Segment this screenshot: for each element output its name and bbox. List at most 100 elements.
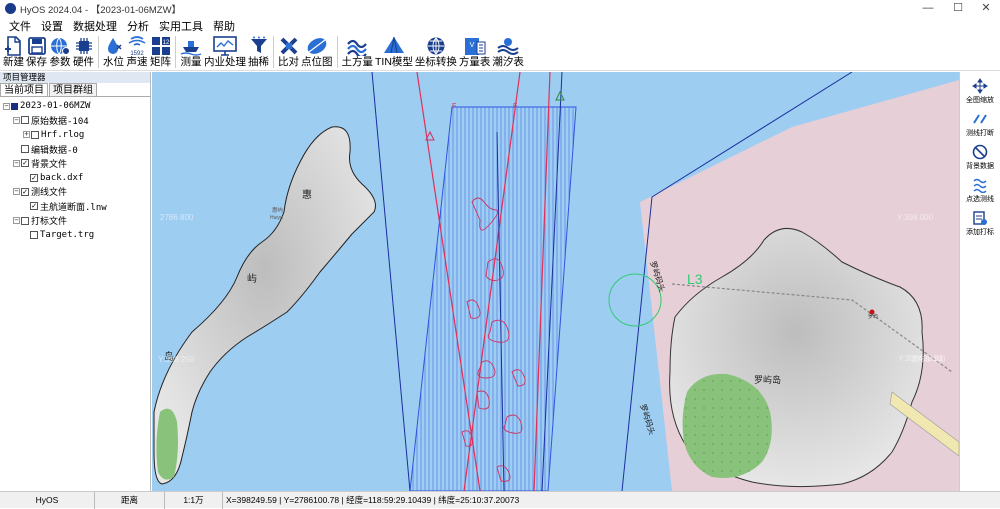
checkbox[interactable] <box>21 216 29 225</box>
survey-boat-icon <box>180 40 202 56</box>
collapse-icon[interactable]: − <box>13 188 20 196</box>
line-label-f: F <box>452 103 456 110</box>
compare-button[interactable]: 比对 <box>278 34 299 69</box>
island-label: 惠 <box>302 188 312 201</box>
expand-icon[interactable]: + <box>23 131 30 139</box>
checkbox-checked[interactable]: ✓ <box>30 202 38 211</box>
checkbox[interactable] <box>21 145 29 154</box>
line-label-f: F <box>513 103 517 110</box>
island-label-right: 罗屿岛 <box>754 374 781 385</box>
collapse-icon[interactable]: − <box>13 159 20 167</box>
tree-item-label: 背景文件 <box>31 159 68 170</box>
save-button[interactable]: 保存 <box>26 34 47 69</box>
compare-label: 比对 <box>278 56 299 68</box>
tree-item-raw[interactable]: − 原始数据-104 <box>0 113 150 127</box>
satellite-icon <box>280 37 297 54</box>
tree-root-label: 2023-01-06MZW <box>20 101 91 112</box>
menu-file[interactable]: 文件 <box>4 18 36 34</box>
matrix-sub: 12 <box>162 40 169 46</box>
tree-item-survey-lines[interactable]: − ✓ 测线文件 <box>0 185 150 199</box>
right-toolbar: 全图缩放 测线打断 背景数据 点选测线 添加打标 <box>959 72 1000 491</box>
earthwork-button[interactable]: 土方量 <box>342 34 373 69</box>
collapse-icon[interactable]: − <box>13 217 20 225</box>
tide-table-button[interactable]: 潮汐表 <box>492 34 524 69</box>
thin-button[interactable]: 抽稀 <box>248 34 269 69</box>
new-button[interactable]: 新建 <box>3 34 24 69</box>
leaf-map-icon <box>307 37 327 54</box>
add-target-button[interactable]: 添加打标 <box>960 210 1000 237</box>
project-icon <box>11 102 18 110</box>
menu-data-processing[interactable]: 数据处理 <box>68 18 122 34</box>
sound-speed-button[interactable]: 1592 声速 <box>126 34 148 69</box>
tab-current-project[interactable]: 当前项目 <box>0 83 48 96</box>
checkbox-checked[interactable]: ✓ <box>21 159 29 168</box>
project-tree: − 2023-01-06MZW − 原始数据-104 + Hrf.rlog 编辑… <box>0 97 150 242</box>
tree-item-target-file[interactable]: Target.trg <box>0 228 150 242</box>
volume-table-button[interactable]: V 方量表 <box>459 34 490 69</box>
tree-item-targets[interactable]: − 打标文件 <box>0 213 150 227</box>
menu-utilities[interactable]: 实用工具 <box>154 18 208 34</box>
matrix-grid-icon: 12 <box>151 36 170 55</box>
waterlevel-button[interactable]: 水位 <box>103 34 124 69</box>
chip-icon <box>75 37 92 54</box>
toolbar-separator <box>336 36 338 68</box>
maximize-button[interactable]: ☐ <box>944 0 972 17</box>
tree-item-edited[interactable]: 编辑数据-0 <box>0 142 150 156</box>
tree-item-label: 主航道断面.lnw <box>40 202 107 213</box>
sound-speed-label: 声速 <box>126 56 148 68</box>
params-button[interactable]: 参数 <box>49 34 71 69</box>
select-line-label: 点选测线 <box>966 196 994 203</box>
tree-item-raw-file[interactable]: + Hrf.rlog <box>0 128 150 142</box>
tide-table-label: 潮汐表 <box>492 56 524 68</box>
tree-item-background-file[interactable]: ✓ back.dxf <box>0 170 150 184</box>
processing-button[interactable]: 内业处理 <box>204 34 246 69</box>
pyramid-icon <box>383 36 404 53</box>
collapse-icon[interactable]: − <box>13 116 20 124</box>
save-label: 保存 <box>26 56 47 68</box>
checkbox[interactable] <box>31 130 39 139</box>
break-line-button[interactable]: 测线打断 <box>960 111 1000 138</box>
grid-coordinate: Y:398428.83 <box>898 354 943 363</box>
survey-button[interactable]: 测量 <box>180 34 202 69</box>
tree-item-background[interactable]: − ✓ 背景文件 <box>0 156 150 170</box>
menu-settings[interactable]: 设置 <box>36 18 68 34</box>
close-button[interactable]: ✕ <box>972 0 1000 17</box>
collapse-icon[interactable]: − <box>3 102 10 110</box>
point-map-label: 点位图 <box>301 56 333 68</box>
checkbox-checked[interactable]: ✓ <box>30 173 38 182</box>
pin-label: 罗屿 <box>868 313 878 320</box>
toolbar-separator <box>175 36 176 68</box>
thin-label: 抽稀 <box>248 56 269 68</box>
menu-help[interactable]: 帮助 <box>208 18 240 34</box>
grid-coordinate: 2786 800 <box>160 213 194 222</box>
full-zoom-button[interactable]: 全图缩放 <box>960 78 1000 105</box>
tab-project-group[interactable]: 项目群组 <box>49 83 97 96</box>
tree-item-survey-file[interactable]: ✓ 主航道断面.lnw <box>0 199 150 213</box>
menu-analysis[interactable]: 分析 <box>122 18 154 34</box>
coord-button[interactable]: 坐标转换 <box>415 34 457 69</box>
tree-root[interactable]: − 2023-01-06MZW <box>0 99 150 113</box>
monitor-chart-icon <box>213 35 237 56</box>
svg-text:V: V <box>469 42 474 49</box>
background-data-button[interactable]: 背景数据 <box>960 144 1000 171</box>
matrix-button[interactable]: 12 矩阵 <box>150 34 171 69</box>
status-mode: 距离 <box>95 491 165 509</box>
map-svg[interactable]: 罗屿 F F L3 惠 屿 岛 惠屿 Huiyu 罗屿岛 罗屿码头 罗屿码头 2… <box>152 72 959 491</box>
checkbox[interactable] <box>30 230 38 239</box>
hardware-button[interactable]: 硬件 <box>73 34 94 69</box>
tree-item-label: Target.trg <box>40 229 95 240</box>
checkbox[interactable] <box>21 116 29 125</box>
processing-label: 内业处理 <box>204 56 246 68</box>
select-line-button[interactable]: 点选测线 <box>960 177 1000 204</box>
map-canvas[interactable]: 罗屿 F F L3 惠 屿 岛 惠屿 Huiyu 罗屿岛 罗屿码头 罗屿码头 2… <box>152 72 959 491</box>
status-coordinates: X=398249.59 | Y=2786100.78 | 经度=118:59:2… <box>226 494 520 505</box>
terrain-layers-icon <box>347 39 368 56</box>
point-map-button[interactable]: 点位图 <box>301 34 333 69</box>
checkbox-checked[interactable]: ✓ <box>21 187 29 196</box>
tree-item-label: 原始数据-104 <box>31 116 89 127</box>
minimize-button[interactable]: — <box>914 0 942 17</box>
tide-wave-icon <box>497 37 519 55</box>
tin-button[interactable]: TIN模型 <box>375 34 413 69</box>
globe-grid-icon <box>427 37 445 54</box>
status-scale: 1:1万 <box>165 491 223 509</box>
